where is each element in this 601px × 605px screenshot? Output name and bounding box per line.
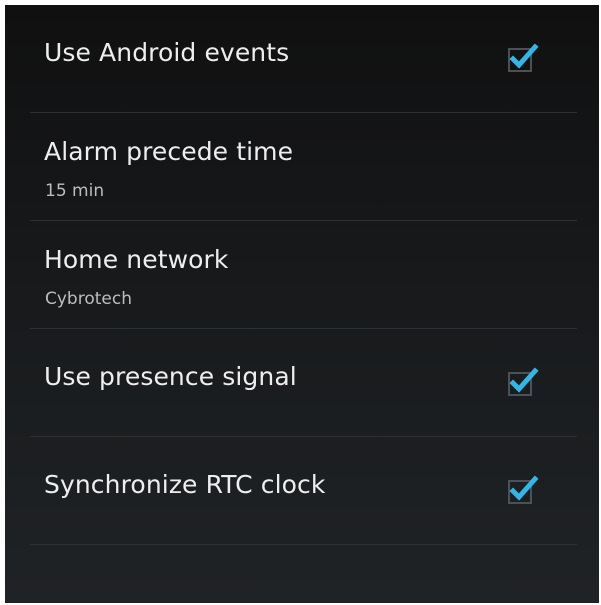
pref-title: Use presence signal [44,362,297,391]
pref-home-network[interactable]: Home network Cybrotech [5,221,599,329]
pref-title: Home network [44,245,229,274]
divider [30,544,577,545]
settings-screen: Use Android events Alarm precede time 15… [5,5,599,603]
checkbox-checked-icon[interactable] [506,474,542,506]
pref-summary: 15 min [45,181,105,201]
pref-synchronize-rtc-clock[interactable]: Synchronize RTC clock [5,437,599,545]
pref-title: Use Android events [44,38,290,67]
checkbox-checked-icon[interactable] [506,366,542,398]
pref-title: Alarm precede time [44,137,294,166]
pref-alarm-precede-time[interactable]: Alarm precede time 15 min [5,113,599,221]
pref-use-presence-signal[interactable]: Use presence signal [5,329,599,437]
pref-title: Synchronize RTC clock [44,470,326,499]
pref-use-android-events[interactable]: Use Android events [5,5,599,113]
checkbox-checked-icon[interactable] [506,42,542,74]
preferences-list: Use Android events Alarm precede time 15… [5,5,599,545]
pref-summary: Cybrotech [45,289,132,309]
